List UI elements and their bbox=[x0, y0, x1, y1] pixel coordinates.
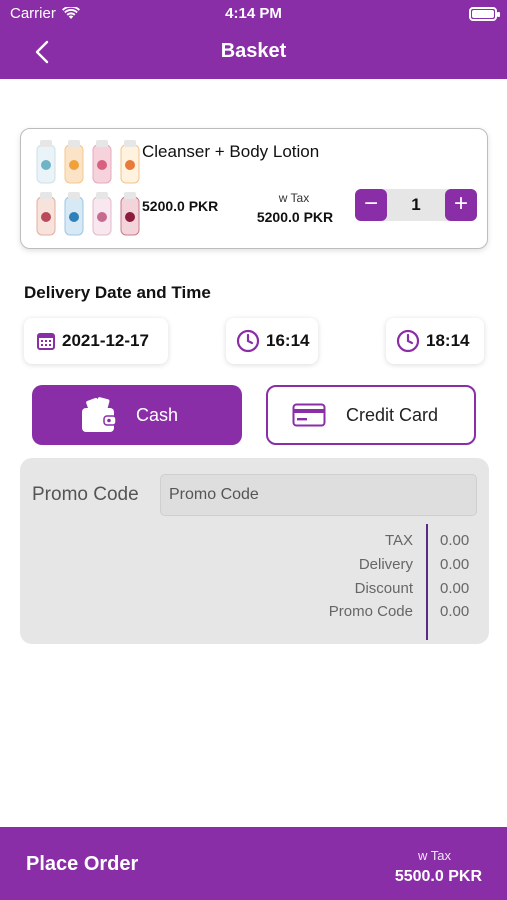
delivery-row-label: Delivery bbox=[358, 556, 413, 573]
footer-tax-label: w Tax bbox=[418, 848, 451, 863]
discount-row-value: 0.00 bbox=[440, 580, 470, 597]
credit-card-payment-label: Credit Card bbox=[346, 404, 439, 425]
delivery-date-value: 2021-12-17 bbox=[62, 331, 149, 350]
order-summary-panel: Promo Code TAX 0.00 Delivery 0.00 Discou… bbox=[20, 458, 489, 644]
product-name: Cleanser + Body Lotion bbox=[142, 142, 320, 161]
promo-code-label: Promo Code bbox=[32, 484, 139, 505]
delivery-time-from-picker[interactable]: 16:14 bbox=[226, 318, 318, 364]
promo-code-row-label: Promo Code bbox=[328, 603, 413, 620]
calendar-icon bbox=[37, 333, 55, 350]
place-order-button[interactable]: Place Order bbox=[26, 853, 138, 876]
decrease-quantity-button[interactable]: − bbox=[355, 189, 387, 221]
battery-icon bbox=[469, 7, 500, 21]
quantity-stepper: − 1 + bbox=[355, 189, 477, 221]
delivery-time-to-picker[interactable]: 18:14 bbox=[386, 318, 484, 364]
clock-icon bbox=[236, 329, 260, 353]
tax-price: 5200.0 PKR bbox=[256, 209, 334, 225]
summary-divider bbox=[426, 524, 428, 640]
tax-row-label: TAX bbox=[384, 532, 413, 549]
increase-quantity-button[interactable]: + bbox=[445, 189, 477, 221]
wallet-icon bbox=[82, 397, 117, 432]
order-total: 5500.0 PKR bbox=[394, 868, 482, 885]
cart-item-card: Cleanser + Body Lotion 5200.0 PKR w Tax … bbox=[20, 128, 488, 249]
credit-card-payment-button[interactable]: Credit Card bbox=[266, 385, 476, 445]
clock-icon bbox=[396, 329, 420, 353]
delivery-section-title: Delivery Date and Time bbox=[24, 283, 211, 302]
promo-code-row-value: 0.00 bbox=[440, 603, 470, 620]
promo-code-input[interactable] bbox=[160, 474, 477, 516]
discount-row-label: Discount bbox=[354, 580, 413, 597]
delivery-time-from-value: 16:14 bbox=[266, 331, 310, 350]
cash-payment-label: Cash bbox=[136, 404, 179, 425]
status-bar: Carrier 4:14 PM bbox=[0, 4, 507, 24]
product-price: 5200.0 PKR bbox=[142, 198, 219, 214]
credit-card-icon bbox=[292, 403, 326, 427]
delivery-time-to-value: 18:14 bbox=[426, 331, 470, 350]
cash-payment-button[interactable]: Cash bbox=[32, 385, 242, 445]
footer-bar: Place Order w Tax 5500.0 PKR bbox=[0, 827, 507, 900]
page-title: Basket bbox=[220, 40, 287, 62]
delivery-date-picker[interactable]: 2021-12-17 bbox=[24, 318, 168, 364]
quantity-value: 1 bbox=[411, 195, 421, 214]
tax-row-value: 0.00 bbox=[440, 532, 470, 549]
header-bar: Carrier 4:14 PM Basket bbox=[0, 0, 507, 79]
product-image bbox=[36, 140, 140, 236]
delivery-row-value: 0.00 bbox=[440, 556, 470, 573]
tax-label: w Tax bbox=[278, 191, 310, 205]
status-time: 4:14 PM bbox=[225, 5, 282, 22]
